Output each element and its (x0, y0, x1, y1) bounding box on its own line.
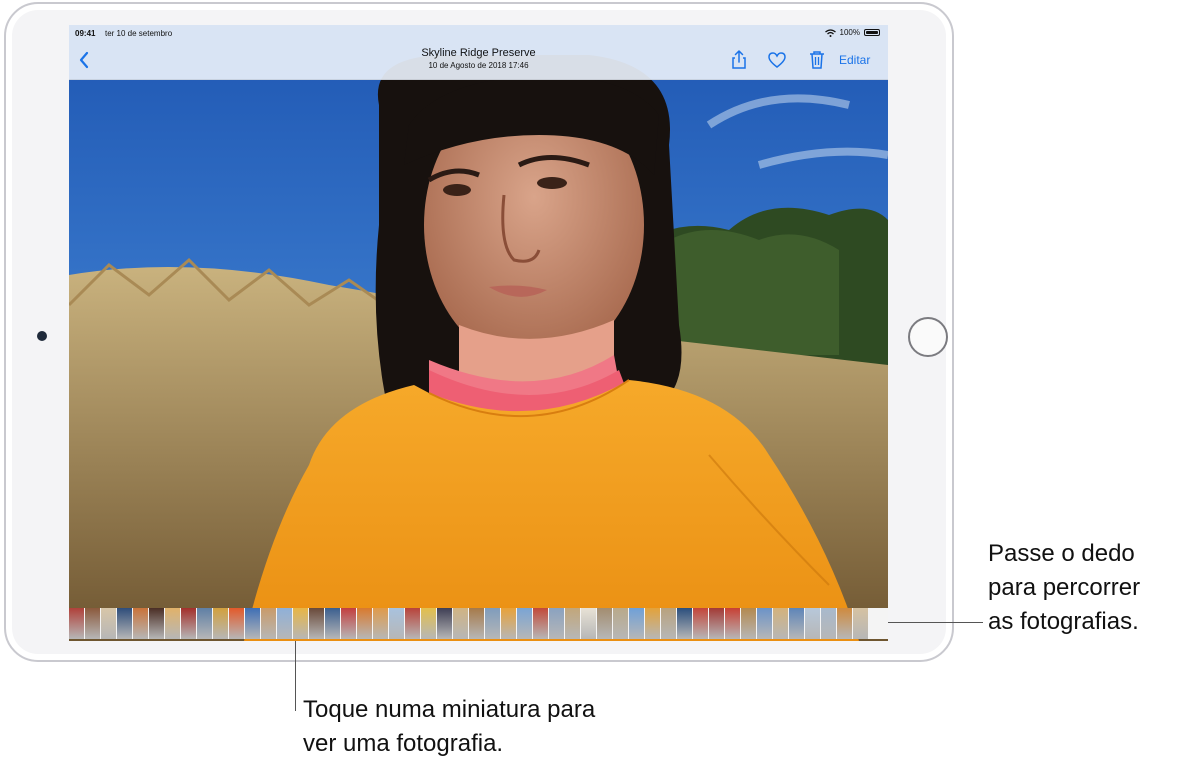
photo-thumbnail[interactable] (85, 608, 100, 639)
photo-thumbnail[interactable] (261, 608, 276, 639)
status-time: 09:41 (75, 29, 96, 38)
photo-thumbnail[interactable] (565, 608, 580, 639)
share-button[interactable] (729, 49, 749, 70)
callout-swipe: Passe o dedo para percorrer as fotografi… (988, 537, 1140, 639)
photo-thumbnail[interactable] (757, 608, 772, 639)
photo-thumbnail[interactable] (789, 608, 804, 639)
photo-thumbnail[interactable] (837, 608, 852, 639)
photo-thumbnail[interactable] (293, 608, 308, 639)
photo-thumbnail[interactable] (165, 608, 180, 639)
photo-thumbnail[interactable] (773, 608, 788, 639)
photo-thumbnail[interactable] (645, 608, 660, 639)
photo-thumbnail[interactable] (821, 608, 836, 639)
photo-thumbnail[interactable] (453, 608, 468, 639)
edit-button[interactable]: Editar (839, 53, 870, 67)
main-photo[interactable] (69, 25, 888, 641)
callout-tap: Toque numa miniatura para ver uma fotogr… (303, 693, 595, 761)
photo-thumbnail[interactable] (501, 608, 516, 639)
photo-thumbnail[interactable] (341, 608, 356, 639)
photo-thumbnail[interactable] (597, 608, 612, 639)
photo-thumbnail[interactable] (357, 608, 372, 639)
photo-thumbnail[interactable] (533, 608, 548, 639)
callout-swipe-line-1: Passe o dedo (988, 540, 1135, 567)
photo-thumbnail[interactable] (805, 608, 820, 639)
photo-thumbnail[interactable] (181, 608, 196, 639)
callout-line-bottom (295, 641, 296, 711)
share-icon (732, 49, 746, 69)
photo-thumbnail[interactable] (469, 608, 484, 639)
home-button[interactable] (908, 317, 948, 357)
status-indicators: 100% (824, 28, 880, 37)
photo-thumbnail[interactable] (373, 608, 388, 639)
photo-thumbnail[interactable] (725, 608, 740, 639)
photo-thumbnail[interactable] (709, 608, 724, 639)
photo-thumbnail[interactable] (629, 608, 644, 639)
delete-button[interactable] (807, 50, 827, 70)
portrait-illustration (69, 25, 888, 641)
photo-thumbnail[interactable] (325, 608, 340, 639)
callout-line-right (888, 622, 983, 623)
callout-swipe-line-3: as fotografias. (988, 608, 1139, 635)
photo-thumbnail[interactable] (149, 608, 164, 639)
photo-thumbnail[interactable] (437, 608, 452, 639)
photo-thumbnail[interactable] (309, 608, 324, 639)
status-bar: 09:41 ter 10 de setembro 100% (69, 25, 888, 43)
navigation-bar: 09:41 ter 10 de setembro 100% Skyline Ri… (69, 25, 888, 80)
battery-level (866, 31, 878, 34)
photo-thumbnail[interactable] (677, 608, 692, 639)
photo-title-area: Skyline Ridge Preserve 10 de Agosto de 2… (69, 47, 888, 70)
photo-date: 10 de Agosto de 2018 17:46 (428, 61, 529, 70)
wifi-icon (824, 28, 836, 37)
screen: 09:41 ter 10 de setembro 100% Skyline Ri… (69, 25, 888, 641)
callout-tap-line-2: ver uma fotografia. (303, 730, 504, 757)
photo-thumbnail[interactable] (549, 608, 564, 639)
photo-thumbnail[interactable] (661, 608, 676, 639)
thumbnail-filmstrip[interactable] (69, 608, 888, 639)
photo-thumbnail[interactable] (405, 608, 420, 639)
photo-thumbnail[interactable] (69, 608, 84, 639)
photo-thumbnail[interactable] (229, 608, 244, 639)
photo-thumbnail[interactable] (117, 608, 132, 639)
photo-thumbnail[interactable] (421, 608, 436, 639)
battery-icon (864, 29, 880, 36)
favorite-button[interactable] (767, 50, 787, 70)
front-camera (37, 331, 47, 341)
photo-title: Skyline Ridge Preserve (421, 47, 536, 59)
photo-thumbnail[interactable] (389, 608, 404, 639)
callout-swipe-line-2: para percorrer (988, 574, 1141, 601)
photo-thumbnail[interactable] (741, 608, 756, 639)
photo-thumbnail[interactable] (581, 608, 596, 639)
photo-thumbnail[interactable] (245, 608, 260, 639)
photo-thumbnail[interactable] (197, 608, 212, 639)
photo-thumbnail[interactable] (693, 608, 708, 639)
status-date: ter 10 de setembro (105, 29, 173, 38)
photo-thumbnail[interactable] (485, 608, 500, 639)
photo-thumbnail[interactable] (101, 608, 116, 639)
heart-icon (768, 52, 786, 68)
callout-tap-line-1: Toque numa miniatura para (303, 696, 596, 723)
photo-thumbnail[interactable] (133, 608, 148, 639)
photo-thumbnail[interactable] (853, 608, 868, 639)
photo-thumbnail[interactable] (277, 608, 292, 639)
photo-thumbnail[interactable] (517, 608, 532, 639)
photo-thumbnail[interactable] (613, 608, 628, 639)
trash-icon (810, 51, 824, 69)
photo-thumbnail[interactable] (213, 608, 228, 639)
battery-percentage: 100% (839, 28, 860, 37)
